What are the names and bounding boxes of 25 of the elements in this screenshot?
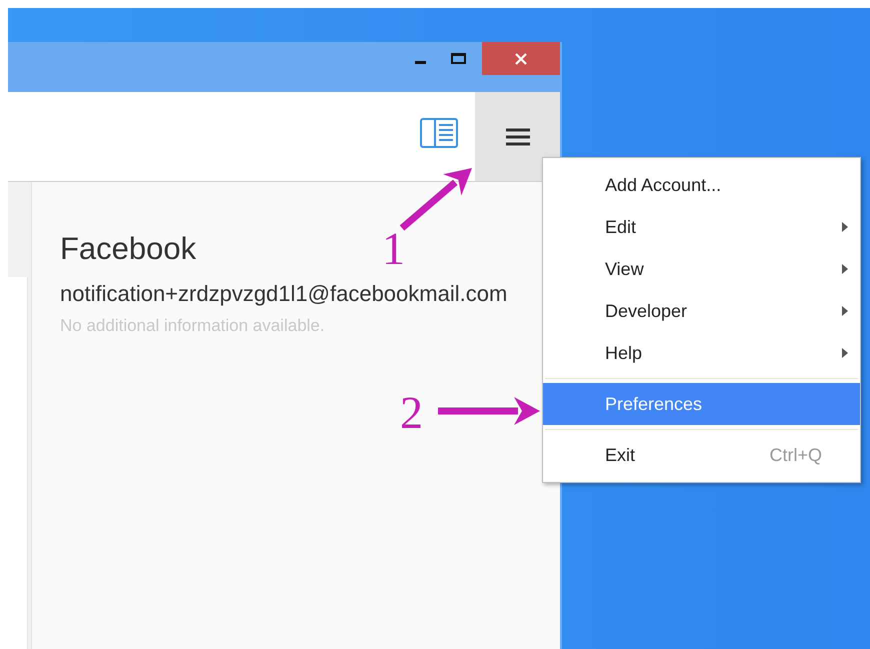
menu-item-label: Edit: [605, 216, 636, 238]
menu-item-label: View: [605, 258, 644, 280]
menu-button[interactable]: [475, 92, 560, 181]
contact-email: notification+zrdzpvzgd1l1@facebookmail.com: [60, 280, 508, 308]
menu-item-label: Help: [605, 342, 642, 365]
minimize-icon: [414, 61, 426, 64]
step-number: 1: [382, 226, 405, 272]
menu-item-label: Add Account...: [605, 174, 722, 196]
menu-item[interactable]: Help: [543, 332, 860, 374]
shortcut-label: Ctrl+Q: [769, 444, 822, 466]
menu-item[interactable]: Exit Ctrl+Q: [543, 434, 860, 476]
maximize-icon: [450, 53, 466, 64]
menu-item-label: Developer: [605, 300, 688, 323]
menu-item[interactable]: View: [543, 248, 860, 290]
menu-item-label: Exit: [605, 444, 636, 466]
menu-item[interactable]: Preferences: [543, 383, 860, 425]
close-icon: [515, 52, 527, 64]
menu-item[interactable]: Edit: [543, 206, 860, 248]
reading-pane-icon: [420, 118, 458, 148]
menu-item[interactable]: Add Account...: [543, 164, 860, 206]
menu-item-label: Preferences: [605, 392, 702, 416]
step-number: 2: [400, 390, 423, 436]
menu-item[interactable]: Developer: [543, 290, 860, 332]
menu-icon: [506, 128, 530, 146]
contact-name: Facebook: [60, 230, 196, 268]
